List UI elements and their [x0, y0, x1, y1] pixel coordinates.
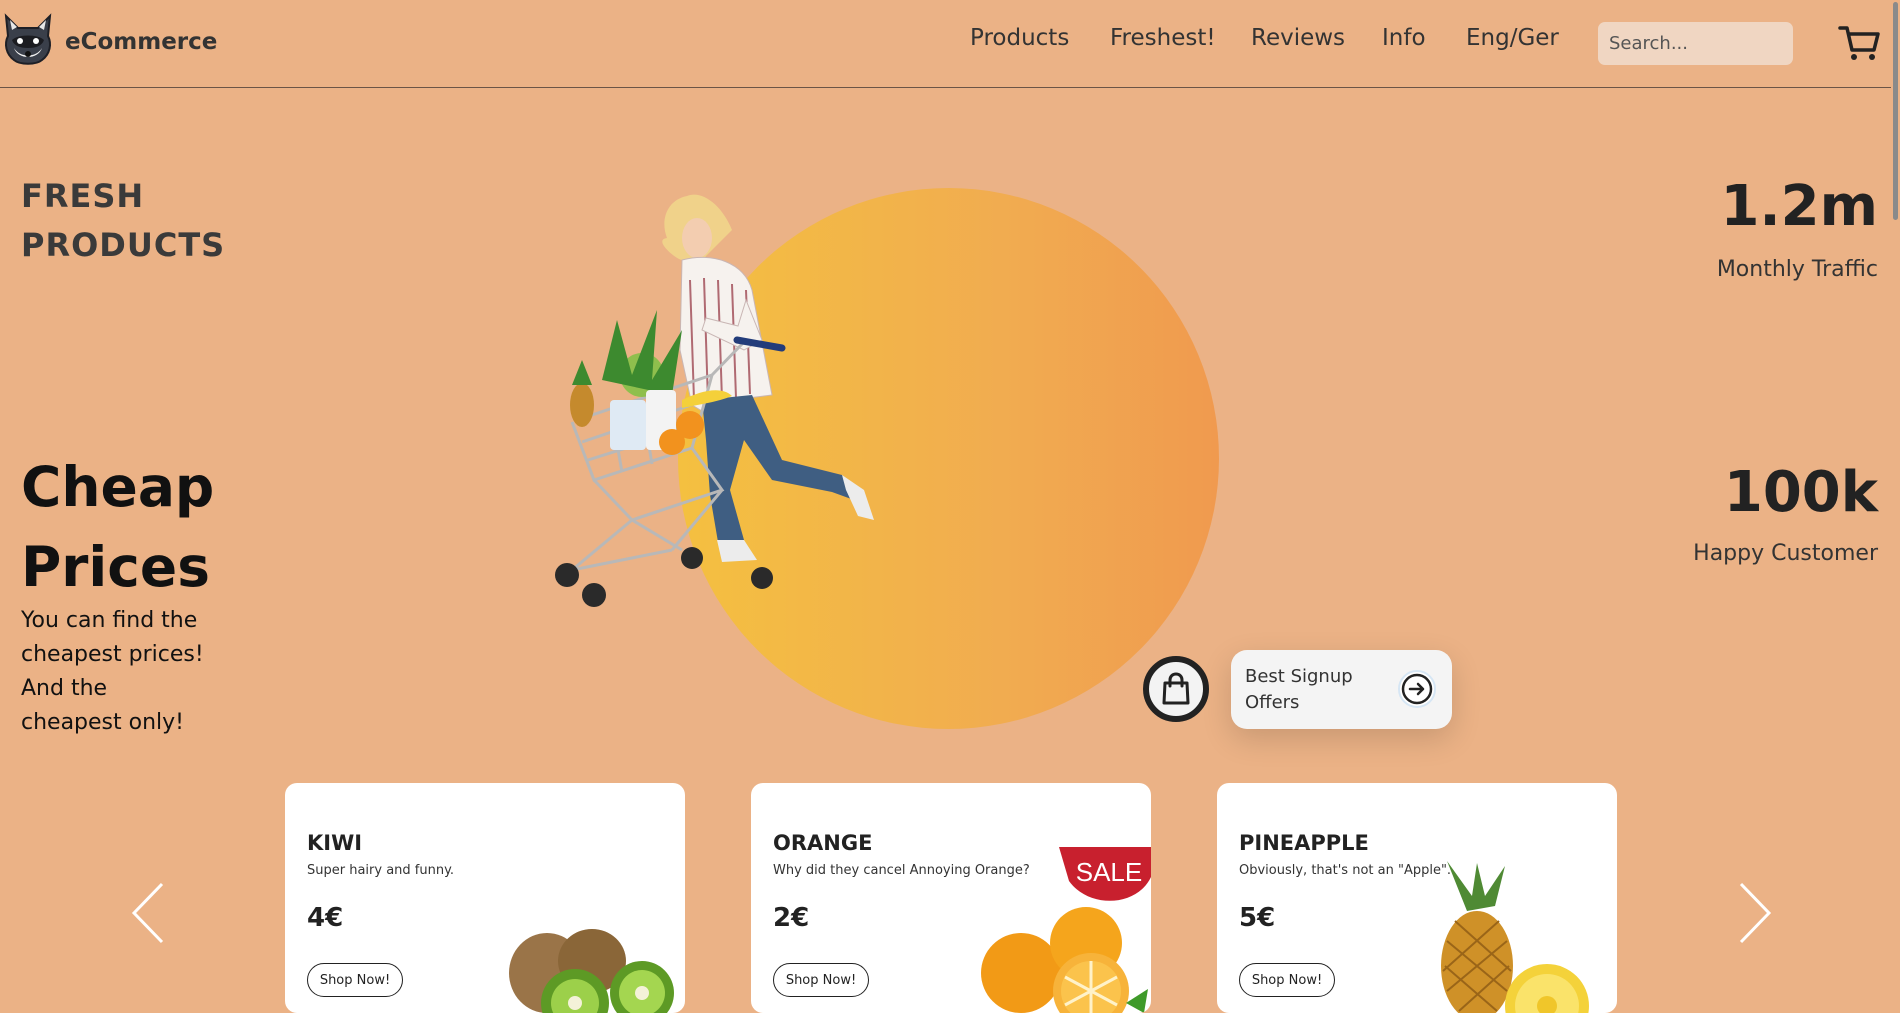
- shopping-cart-icon[interactable]: [1838, 24, 1880, 62]
- hero-tagline: FRESH PRODUCTS: [21, 172, 225, 270]
- stat-customers-value: 100k: [1723, 460, 1878, 525]
- sale-badge: SALE: [1059, 847, 1151, 901]
- product-price: 5€: [1239, 903, 1276, 933]
- hero-headline-line: Prices: [21, 535, 210, 599]
- nav-products[interactable]: Products: [970, 25, 1069, 51]
- kiwi-image: [509, 929, 674, 1013]
- hero-description-line: cheapest prices!: [21, 642, 204, 667]
- stat-traffic-label: Monthly Traffic: [1716, 257, 1878, 282]
- product-description: Why did they cancel Annoying Orange?: [773, 863, 1030, 878]
- top-navbar: eCommerce Products Freshest! Reviews Inf…: [0, 0, 1900, 88]
- stat-traffic-value: 1.2m: [1720, 174, 1878, 239]
- scrollbar-thumb[interactable]: [1893, 2, 1898, 220]
- hero-description-line: cheapest only!: [21, 710, 184, 735]
- shopper-with-cart-image: [555, 194, 874, 607]
- nav-info[interactable]: Info: [1382, 25, 1426, 51]
- product-card-kiwi[interactable]: KIWI Super hairy and funny. 4€ Shop Now!: [285, 783, 685, 1013]
- product-description: Super hairy and funny.: [307, 863, 455, 878]
- product-name: ORANGE: [773, 831, 873, 855]
- nav-language-toggle[interactable]: Eng/Ger: [1466, 25, 1559, 51]
- hero-description-line: You can find the: [21, 608, 198, 633]
- product-price: 2€: [773, 903, 810, 933]
- search-input[interactable]: [1598, 22, 1793, 65]
- carousel-prev-arrow-icon[interactable]: [128, 880, 168, 946]
- hero-description: You can find the cheapest prices! And th…: [21, 604, 231, 740]
- product-name: KIWI: [307, 831, 363, 855]
- hero-headline: Cheap Prices: [21, 447, 214, 607]
- product-description: Obviously, that's not an "Apple".: [1239, 863, 1452, 878]
- hero-tagline-line: FRESH: [21, 177, 145, 215]
- page-scrollbar[interactable]: [1891, 0, 1900, 992]
- raccoon-logo-icon[interactable]: [0, 10, 56, 68]
- product-card-orange[interactable]: ORANGE Why did they cancel Annoying Oran…: [751, 783, 1151, 1013]
- product-name: PINEAPPLE: [1239, 831, 1369, 855]
- sale-badge-text: SALE: [1076, 857, 1143, 887]
- shopping-bag-icon: [1162, 672, 1190, 705]
- signup-offer-text: Best Signup Offers: [1245, 666, 1353, 713]
- nav-reviews[interactable]: Reviews: [1251, 25, 1345, 51]
- hero-headline-line: Cheap: [21, 455, 215, 519]
- shopping-bag-button[interactable]: [1143, 656, 1209, 722]
- stat-customers-label: Happy Customer: [1693, 541, 1878, 566]
- carousel-next-arrow-icon[interactable]: [1735, 880, 1775, 946]
- product-card-pineapple[interactable]: PINEAPPLE Obviously, that's not an "Appl…: [1217, 783, 1617, 1013]
- signup-offer-card[interactable]: Best Signup Offers: [1231, 650, 1452, 729]
- brand-name[interactable]: eCommerce: [65, 29, 217, 55]
- arrow-right-circle-icon[interactable]: [1397, 669, 1437, 709]
- hero-description-line: And the: [21, 676, 108, 701]
- pineapple-image: [1441, 861, 1589, 1013]
- nav-freshest[interactable]: Freshest!: [1110, 25, 1216, 51]
- product-price: 4€: [307, 903, 344, 933]
- hero-tagline-line: PRODUCTS: [21, 226, 226, 264]
